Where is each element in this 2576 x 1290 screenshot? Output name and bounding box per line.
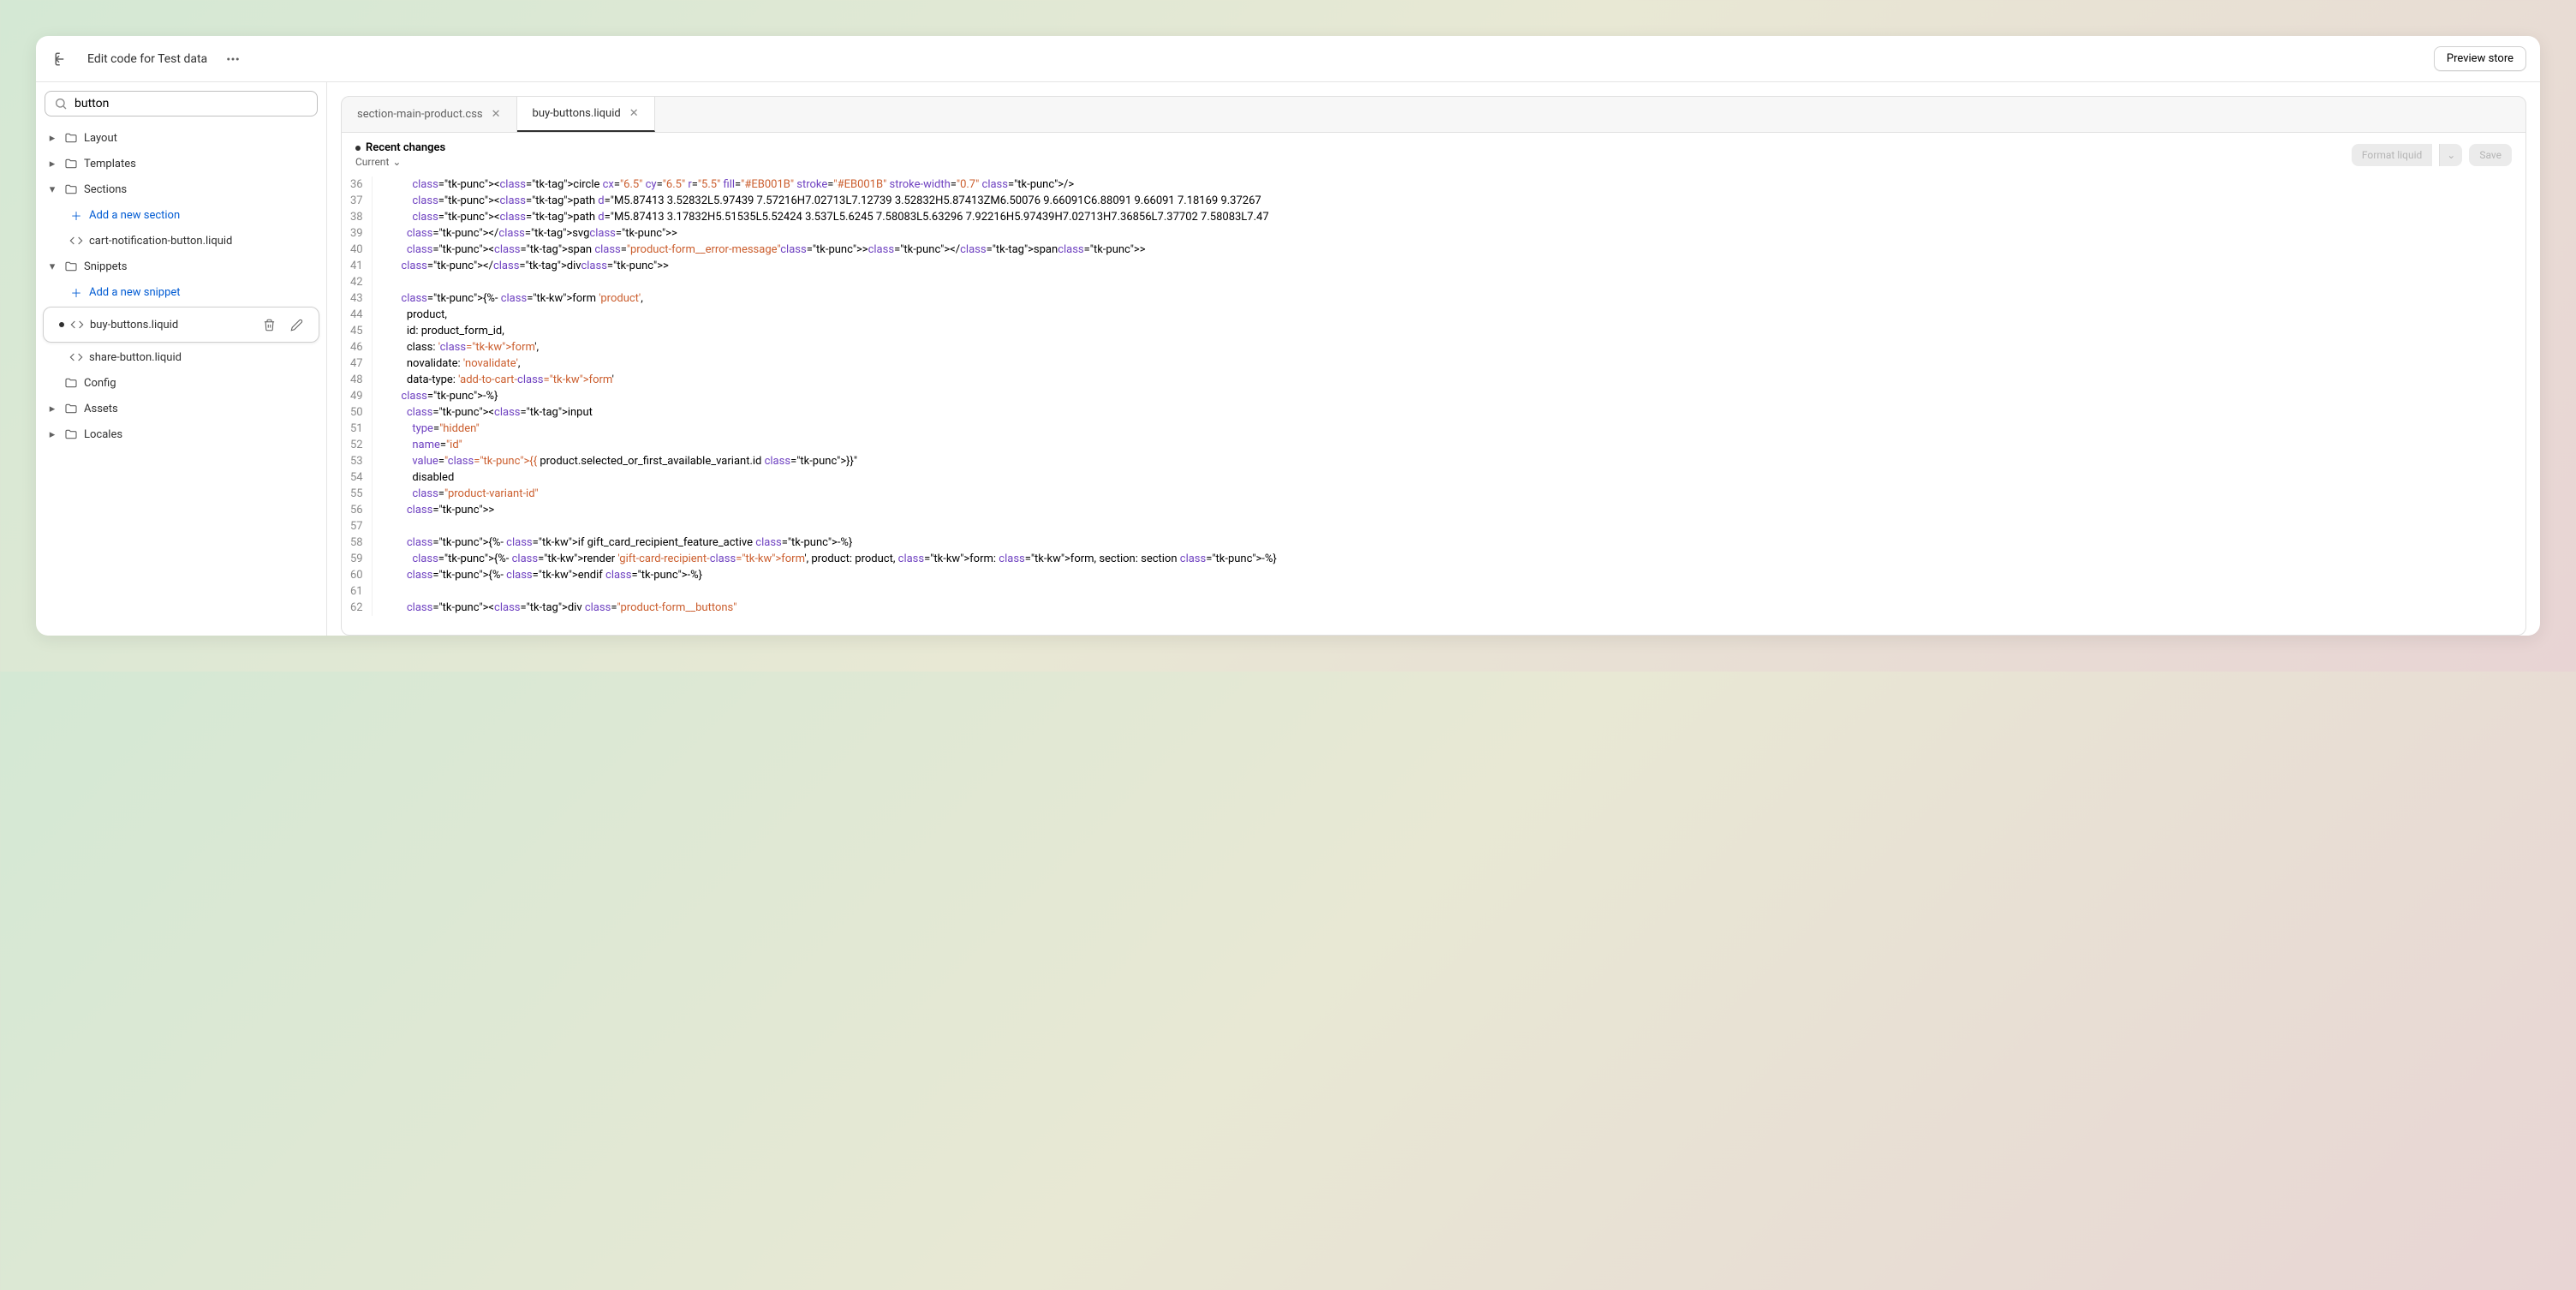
- chevron-down-icon: ▾: [46, 183, 58, 196]
- code-icon: [69, 233, 84, 248]
- sidebar: ▸ Layout ▸ Templates ▾ Sections ＋ Add a: [36, 82, 327, 636]
- recent-changes-label: Recent changes: [366, 141, 445, 154]
- code-lines[interactable]: class="tk-punc"><class="tk-tag">circle c…: [373, 176, 2525, 616]
- version-selector[interactable]: Current ⌄: [355, 156, 445, 168]
- folder-icon: [63, 182, 79, 197]
- tab-label: section-main-product.css: [357, 108, 483, 121]
- tab-buy-buttons[interactable]: buy-buttons.liquid ✕: [517, 97, 655, 132]
- folder-sections[interactable]: ▾ Sections: [36, 176, 326, 202]
- main: ▸ Layout ▸ Templates ▾ Sections ＋ Add a: [36, 82, 2540, 636]
- close-icon[interactable]: ✕: [629, 107, 639, 120]
- add-section-label: Add a new section: [89, 209, 180, 222]
- close-icon[interactable]: ✕: [492, 108, 501, 121]
- folder-locales[interactable]: ▸ Locales: [36, 421, 326, 447]
- folder-icon: [63, 130, 79, 146]
- folder-label: Layout: [84, 132, 117, 145]
- chevron-right-icon: ▸: [46, 158, 58, 170]
- pencil-icon: [290, 319, 303, 331]
- dots-horizontal-icon: [225, 51, 241, 67]
- exit-button[interactable]: [50, 47, 74, 71]
- search-input[interactable]: [75, 97, 308, 110]
- file-buy-buttons-selected[interactable]: buy-buttons.liquid: [43, 307, 319, 343]
- folder-config[interactable]: Config: [36, 370, 326, 396]
- folder-icon: [63, 375, 79, 391]
- folder-icon: [63, 401, 79, 416]
- folder-label: Locales: [84, 428, 122, 441]
- search-input-wrap[interactable]: [45, 91, 318, 116]
- line-gutter: 3637383940414243444546474849505152535455…: [342, 176, 373, 616]
- editor-pane: section-main-product.css ✕ buy-buttons.l…: [327, 82, 2540, 636]
- save-button[interactable]: Save: [2469, 144, 2512, 166]
- code-icon: [69, 317, 85, 332]
- add-snippet-link[interactable]: ＋ Add a new snippet: [36, 279, 326, 305]
- folder-icon: [63, 259, 79, 274]
- chevron-right-icon: ▸: [46, 403, 58, 415]
- file-tree: ▸ Layout ▸ Templates ▾ Sections ＋ Add a: [36, 125, 326, 636]
- format-liquid-button[interactable]: Format liquid: [2352, 144, 2432, 166]
- tab-label: buy-buttons.liquid: [533, 107, 621, 120]
- delete-file-button[interactable]: [257, 313, 281, 337]
- trash-icon: [263, 319, 276, 331]
- chevron-down-icon: ⌄: [392, 156, 401, 168]
- chevron-right-icon: ▸: [46, 428, 58, 441]
- file-label: buy-buttons.liquid: [90, 319, 178, 331]
- search-icon: [54, 97, 68, 110]
- chevron-right-icon: ▸: [46, 132, 58, 145]
- plus-icon: ＋: [69, 284, 84, 300]
- file-label: share-button.liquid: [89, 351, 182, 364]
- more-button[interactable]: [221, 47, 245, 71]
- page-title: Edit code for Test data: [87, 52, 207, 66]
- modified-dot-icon: [59, 322, 64, 327]
- folder-templates[interactable]: ▸ Templates: [36, 151, 326, 176]
- rename-file-button[interactable]: [284, 313, 308, 337]
- file-label: cart-notification-button.liquid: [89, 235, 232, 248]
- app-window: Edit code for Test data Preview store ▸ …: [36, 36, 2540, 636]
- editor-tabs: section-main-product.css ✕ buy-buttons.l…: [341, 96, 2526, 133]
- folder-label: Sections: [84, 183, 127, 196]
- folder-label: Config: [84, 377, 116, 390]
- topbar: Edit code for Test data Preview store: [36, 36, 2540, 82]
- folder-layout[interactable]: ▸ Layout: [36, 125, 326, 151]
- preview-store-button[interactable]: Preview store: [2434, 46, 2526, 71]
- plus-icon: ＋: [69, 207, 84, 223]
- exit-icon: [54, 51, 69, 67]
- chevron-down-icon: ▾: [46, 260, 58, 273]
- folder-label: Snippets: [84, 260, 128, 273]
- code-icon: [69, 349, 84, 365]
- add-section-link[interactable]: ＋ Add a new section: [36, 202, 326, 228]
- code-editor[interactable]: 3637383940414243444546474849505152535455…: [341, 176, 2526, 636]
- tab-section-main-product[interactable]: section-main-product.css ✕: [342, 97, 517, 132]
- add-snippet-label: Add a new snippet: [89, 286, 181, 299]
- editor-toolbar: Recent changes Current ⌄ Format liquid⌄ …: [341, 133, 2526, 176]
- folder-icon: [63, 427, 79, 442]
- folder-label: Templates: [84, 158, 136, 170]
- file-share-button[interactable]: share-button.liquid: [36, 344, 326, 370]
- version-label: Current: [355, 156, 389, 168]
- recent-changes-indicator: Recent changes: [355, 141, 445, 154]
- folder-snippets[interactable]: ▾ Snippets: [36, 254, 326, 279]
- format-dropdown-button[interactable]: ⌄: [2439, 144, 2462, 166]
- file-cart-notification-button[interactable]: cart-notification-button.liquid: [36, 228, 326, 254]
- folder-icon: [63, 156, 79, 171]
- bullet-icon: [355, 146, 361, 151]
- folder-label: Assets: [84, 403, 118, 415]
- folder-assets[interactable]: ▸ Assets: [36, 396, 326, 421]
